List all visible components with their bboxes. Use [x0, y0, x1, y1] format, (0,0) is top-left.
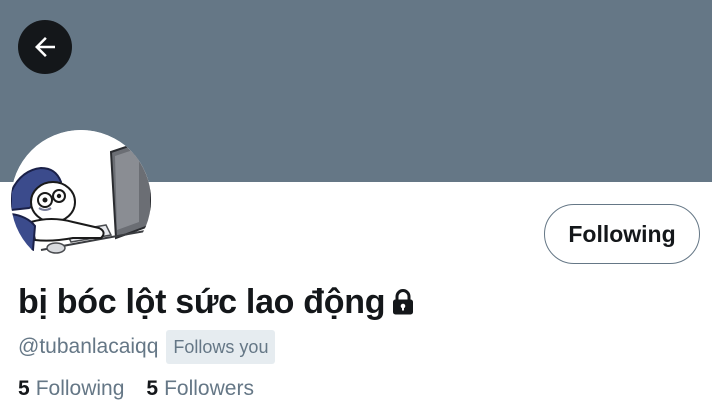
display-name-row: bị bóc lột sức lao động [18, 278, 415, 326]
following-stat[interactable]: 5 Following [18, 377, 124, 401]
user-handle: @tubanlacaiqq [18, 335, 159, 358]
lock-icon [391, 289, 415, 315]
following-label: Following [35, 377, 125, 400]
avatar[interactable] [11, 130, 151, 270]
follows-you-badge: Follows you [166, 330, 276, 364]
followers-stat[interactable]: 5 Followers [146, 377, 254, 401]
arrow-left-icon [30, 32, 60, 62]
handle-row: @tubanlacaiqq Follows you [18, 329, 276, 365]
following-count: 5 [18, 377, 30, 400]
following-button[interactable]: Following [544, 204, 700, 264]
followers-count: 5 [146, 377, 159, 400]
back-button[interactable] [18, 20, 72, 74]
display-name: bị bóc lột sức lao động [18, 282, 386, 321]
followers-label: Followers [164, 377, 254, 400]
